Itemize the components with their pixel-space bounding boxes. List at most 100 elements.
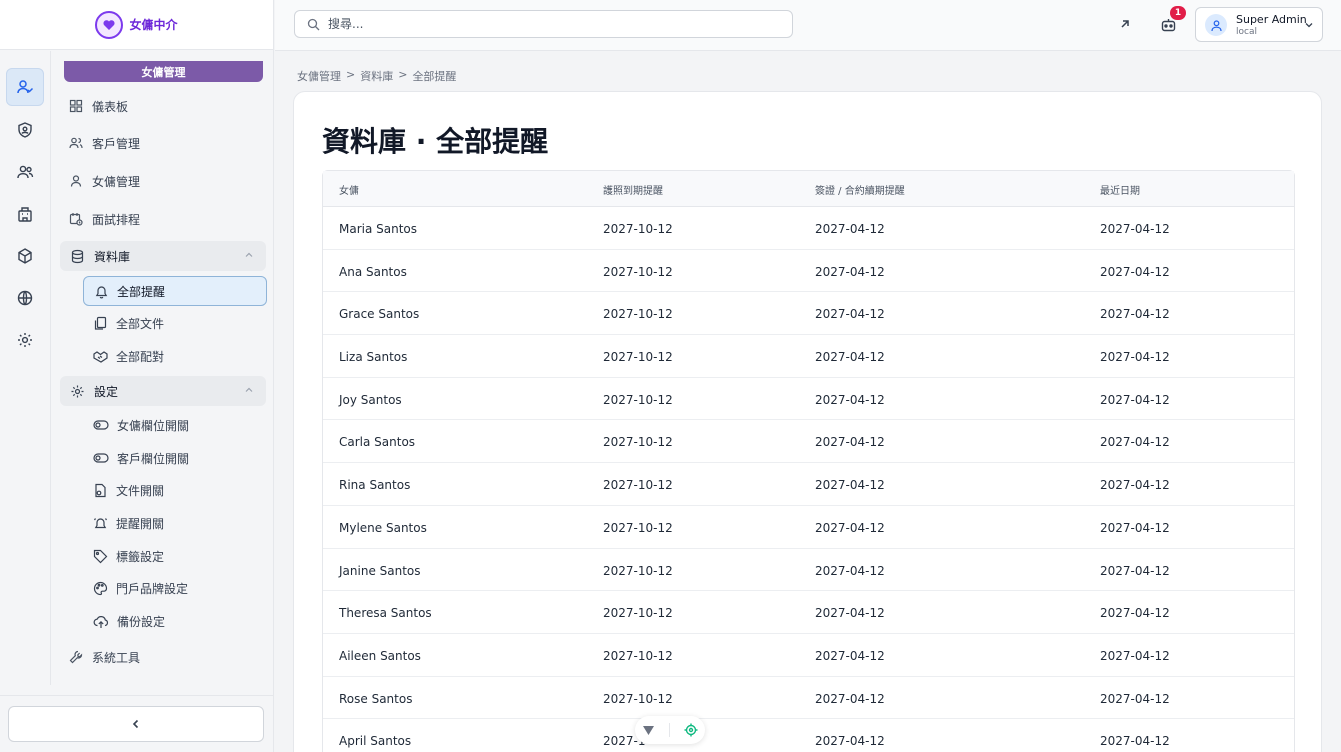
table-cell: 2027-04-12 [815, 734, 885, 749]
sidebar-item-all-reminders[interactable]: 全部提醒 [83, 276, 267, 306]
rail-users-button[interactable] [6, 153, 44, 191]
search-input[interactable] [328, 17, 768, 31]
table-row[interactable]: Mylene Santos 2027-10-12 2027-04-12 2027-04… [323, 506, 1294, 549]
sidebar-item-label: 儀表板 [92, 99, 129, 114]
column-header[interactable]: 最近日期 [1100, 182, 1140, 197]
sidebar-item-document-toggles[interactable]: 文件開關 [93, 479, 164, 501]
content-card: 資料庫 · 全部提醒 女傭 護照到期提醒 簽證 / 合約續期提醒 最近日期 Ma… [293, 91, 1322, 752]
crosshair-icon[interactable] [684, 723, 698, 737]
breadcrumb-item: 全部提醒 [412, 70, 457, 83]
table-row[interactable]: Carla Santos 2027-10-12 2027-04-12 2027-04-… [323, 420, 1294, 464]
table-cell: 2027-10-12 [603, 691, 673, 706]
sidebar-item-reminder-toggles[interactable]: 提醒開關 [93, 512, 164, 534]
table-row[interactable]: Grace Santos 2027-10-12 2027-04-12 2027-04-… [323, 292, 1294, 336]
table-row[interactable]: Rose Santos 2027-10-12 2027-04-12 2027-04-1… [323, 677, 1294, 720]
table-cell: Grace Santos [339, 307, 420, 322]
sidebar-item-label: 客戶管理 [92, 136, 141, 151]
table-cell: 2027-04-12 [1100, 478, 1170, 493]
rail-maids-button[interactable] [6, 68, 44, 106]
table-body: Maria Santos 2027-10-12 2027-04-12 2027-04-… [323, 207, 1294, 752]
sidebar-nav: 女傭管理 儀表板 客戶管理 女傭管理 面試排程 資料庫 全部提醒 全部文件 全部… [51, 51, 274, 685]
table-row[interactable]: Janine Santos 2027-10-12 2027-04-12 2027-04… [323, 549, 1294, 592]
users-icon [17, 165, 34, 179]
search-box[interactable] [294, 10, 793, 38]
sidebar-item-label: 全部文件 [116, 316, 165, 331]
page-title: 資料庫 · 全部提醒 [322, 125, 549, 158]
table-row[interactable]: Rina Santos 2027-10-12 2027-04-12 2027-04-1… [323, 463, 1294, 506]
sidebar-item-dashboard[interactable]: 儀表板 [69, 95, 128, 117]
sidebar-item-system-tools[interactable]: 系統工具 [69, 646, 140, 668]
table-cell: 2027-04-12 [1100, 264, 1170, 279]
sidebar-item-label: 女傭管理 [92, 174, 141, 189]
sidebar-item-backup-settings[interactable]: 備份設定 [93, 610, 165, 632]
gear-icon [71, 385, 84, 397]
rail-clients-button[interactable] [6, 111, 44, 149]
box-icon [18, 248, 32, 264]
cloud-upload-icon [93, 615, 109, 628]
open-external-button[interactable] [1115, 14, 1135, 34]
table-row[interactable]: Aileen Santos 2027-10-12 2027-04-12 2027-04… [323, 634, 1294, 677]
chevron-left-icon [132, 719, 139, 729]
collapse-sidebar-button[interactable] [8, 706, 264, 742]
table-cell: 2027-04-12 [1100, 563, 1170, 578]
sidebar-item-all-matches[interactable]: 全部配對 [93, 345, 164, 367]
sidebar-item-maids[interactable]: 女傭管理 [69, 170, 140, 192]
table-cell: 2027-04-12 [1100, 222, 1170, 236]
sidebar-group-settings[interactable]: 設定 [60, 376, 266, 406]
sidebar-item-interviews[interactable]: 面試排程 [69, 208, 140, 230]
sidebar-item-label: 門戶品牌設定 [116, 581, 189, 596]
column-header[interactable]: 女傭 [339, 182, 359, 197]
table-cell: Carla Santos [339, 435, 416, 450]
sidebar-item-client-field-toggles[interactable]: 客戶欄位開關 [93, 447, 189, 469]
sidebar-group-label: 設定 [94, 384, 119, 399]
table-row[interactable]: Theresa Santos 2027-10-12 2027-04-12 2027-0… [323, 591, 1294, 634]
rail-box-button[interactable] [6, 237, 44, 275]
rail-settings-button[interactable] [6, 321, 44, 359]
brand-logo-icon [95, 10, 124, 39]
table-cell: April Santos [339, 734, 412, 749]
sidebar-item-label: 全部配對 [116, 349, 165, 364]
chevron-up-icon[interactable] [244, 385, 254, 395]
sidebar-item-tag-settings[interactable]: 標籤設定 [93, 545, 164, 567]
sidebar-item-maid-field-toggles[interactable]: 女傭欄位開關 [93, 414, 189, 436]
column-header[interactable]: 簽證 / 合約續期提醒 [815, 182, 905, 197]
user-icon [70, 175, 82, 187]
table-row[interactable]: Maria Santos 2027-10-12 2027-04-12 2027-04-… [323, 207, 1294, 250]
table-row[interactable]: April Santos 2027-1 2027-04-12 2027-04-12 [323, 719, 1294, 752]
sidebar-item-all-documents[interactable]: 全部文件 [93, 312, 164, 334]
table-row[interactable]: Joy Santos 2027-10-12 2027-04-12 2027-04-12 [323, 378, 1294, 421]
table-cell: 2027-04-12 [815, 350, 885, 365]
table-cell: Janine Santos [339, 563, 421, 578]
column-header[interactable]: 護照到期提醒 [603, 182, 663, 197]
chevron-up-icon[interactable] [244, 250, 254, 260]
table-row[interactable]: Ana Santos 2027-10-12 2027-04-12 2027-04-12 [323, 250, 1294, 293]
sidebar-item-label: 全部提醒 [117, 284, 166, 299]
table-header: 女傭 護照到期提醒 簽證 / 合約續期提醒 最近日期 [323, 171, 1294, 207]
sidebar-item-clients[interactable]: 客戶管理 [69, 132, 140, 154]
calendar-clock-icon [69, 213, 83, 226]
shield-user-icon [18, 122, 32, 138]
reminders-table: 女傭 護照到期提醒 簽證 / 合約續期提醒 最近日期 Maria Santos 2… [322, 170, 1295, 752]
table-cell: 2027-04-12 [815, 222, 885, 236]
table-cell: Rina Santos [339, 478, 411, 493]
table-cell: 2027-10-12 [603, 648, 673, 663]
breadcrumb: 女傭管理 > 資料庫 > 全部提醒 [297, 68, 456, 84]
table-cell: 2027-04-12 [815, 264, 885, 279]
breadcrumb-item[interactable]: 資料庫 [360, 68, 393, 84]
rail-building-button[interactable] [6, 195, 44, 233]
file-settings-icon [95, 483, 106, 497]
palette-icon [93, 581, 108, 595]
user-menu[interactable]: Super Admin local [1195, 7, 1323, 42]
brand[interactable]: 女傭中介 [0, 0, 273, 50]
table-cell: 2027-04-12 [815, 648, 885, 663]
section-title: 女傭管理 [64, 61, 263, 82]
breadcrumb-item[interactable]: 女傭管理 [297, 68, 341, 84]
sidebar-divider [0, 695, 274, 696]
table-cell: 2027-10-12 [603, 392, 673, 407]
sidebar-item-portal-branding[interactable]: 門戶品牌設定 [93, 577, 188, 599]
table-row[interactable]: Liza Santos 2027-10-12 2027-04-12 2027-04-1… [323, 335, 1294, 378]
triangle-down-icon[interactable] [642, 725, 655, 736]
rail-globe-button[interactable] [6, 279, 44, 317]
table-cell: 2027-04-12 [1100, 648, 1170, 663]
sidebar-group-database[interactable]: 資料庫 [60, 241, 266, 271]
